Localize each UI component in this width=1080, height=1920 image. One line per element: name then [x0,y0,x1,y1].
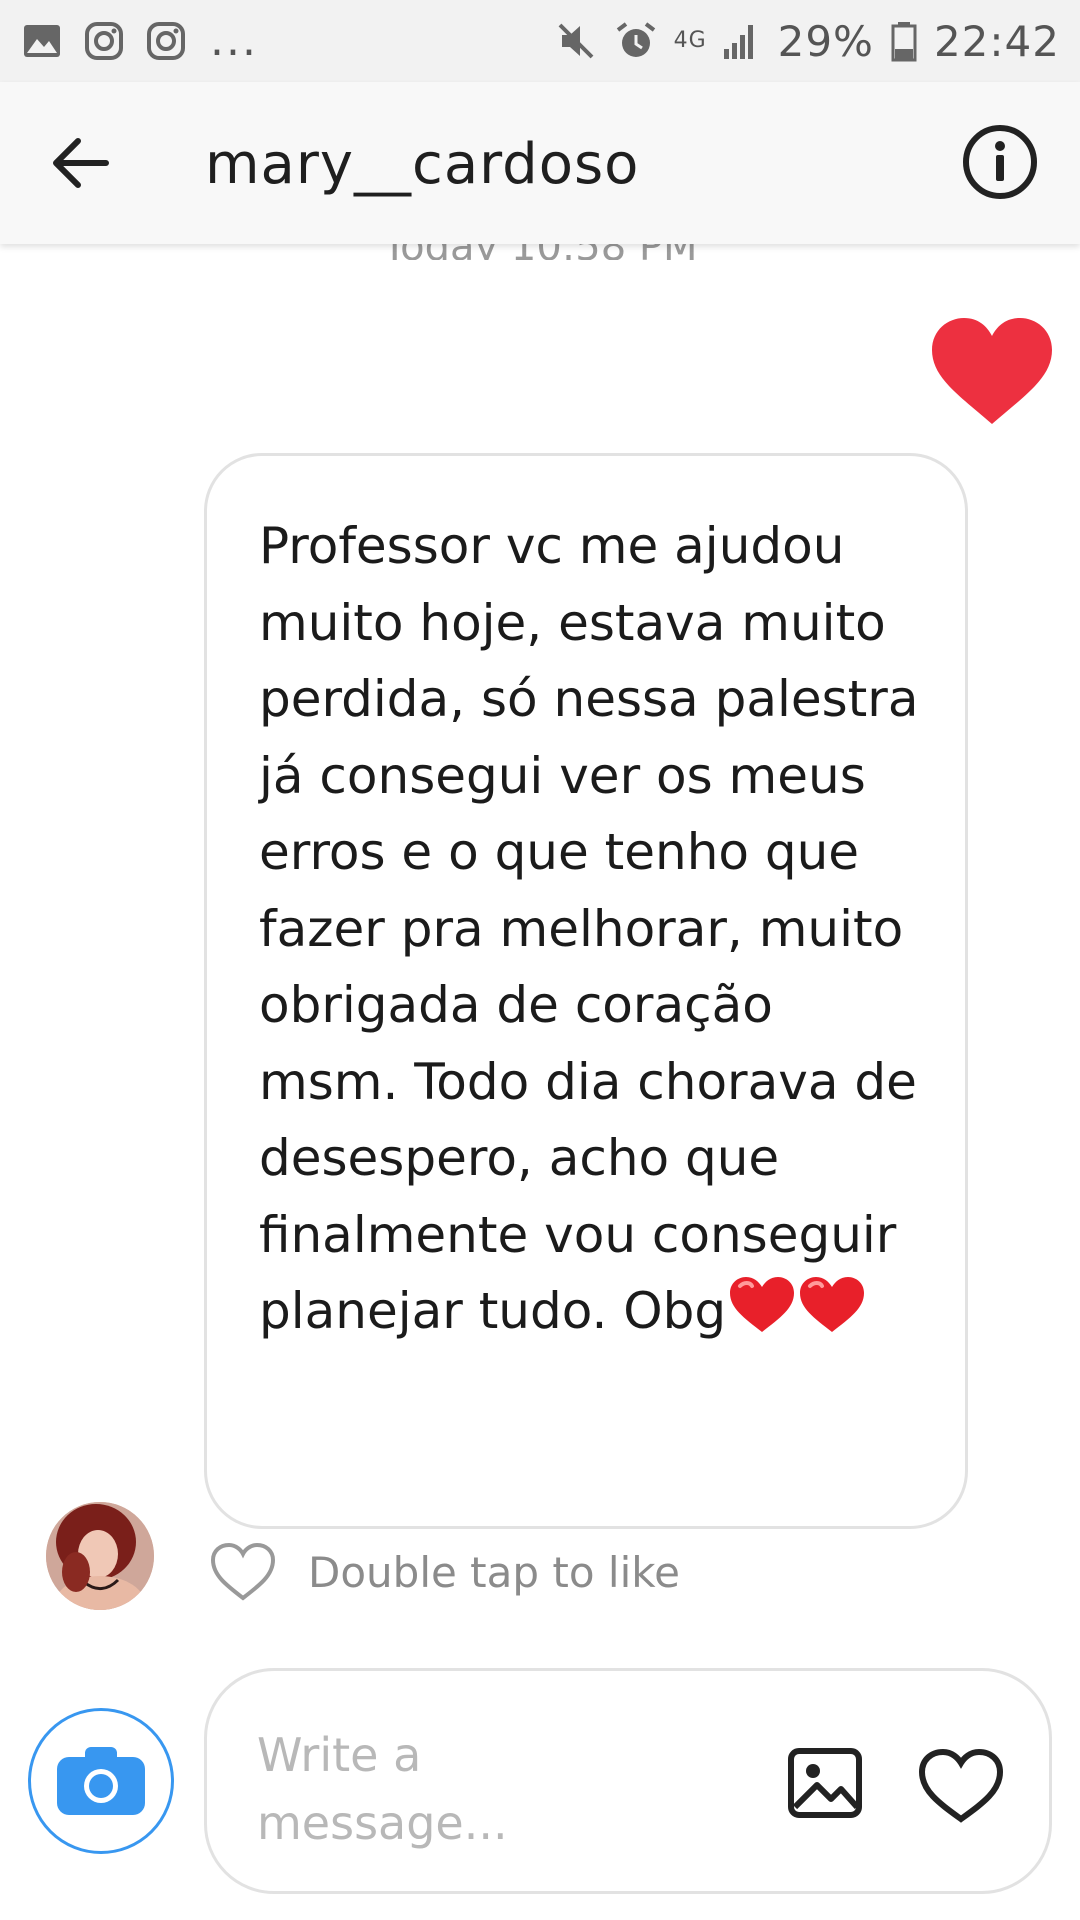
message-body: Professor vc me ajudou muito hoje, estav… [259,517,919,1340]
clock-time: 22:42 [933,16,1060,66]
sender-avatar[interactable] [46,1502,154,1610]
camera-button[interactable] [28,1708,174,1854]
alarm-icon [616,22,655,57]
double-tap-like-row[interactable]: Double tap to like [210,1542,680,1602]
signal-icon [723,25,753,59]
mute-icon [558,23,594,59]
info-button[interactable] [960,122,1040,202]
arrow-left-icon [53,138,109,188]
more-notifications: ... [210,15,258,66]
sent-heart-reaction[interactable] [930,316,1054,428]
status-bar: ... 4G 29% 22:42 [0,0,1080,82]
like-hint-text: Double tap to like [308,1547,680,1597]
image-icon [788,1748,862,1818]
heart-emoji-icon [800,1277,865,1332]
send-heart-button[interactable] [918,1748,1004,1823]
message-text: Professor vc me ajudou muito hoje, estav… [259,508,919,1350]
battery-icon [891,22,917,62]
camera-icon [57,1747,145,1815]
avatar-image [46,1502,154,1610]
back-button[interactable] [40,127,120,199]
gallery-button[interactable] [787,1747,863,1819]
message-composer[interactable]: Write a message... [204,1668,1052,1894]
heart-emoji-icon [730,1277,795,1332]
message-bubble[interactable]: Professor vc me ajudou muito hoje, estav… [204,453,968,1529]
chat-username[interactable]: mary__cardoso [205,132,639,197]
gallery-icon [24,25,60,57]
message-input[interactable]: Write a message... [257,1721,677,1857]
instagram-icon [147,22,185,60]
info-icon [963,125,1037,199]
heart-outline-icon[interactable] [210,1542,276,1602]
heart-icon [918,1748,1004,1823]
battery-percent: 29% [777,16,874,66]
network-label: 4G [673,28,707,53]
instagram-icon [85,22,123,60]
chat-header: mary__cardoso [0,82,1080,244]
